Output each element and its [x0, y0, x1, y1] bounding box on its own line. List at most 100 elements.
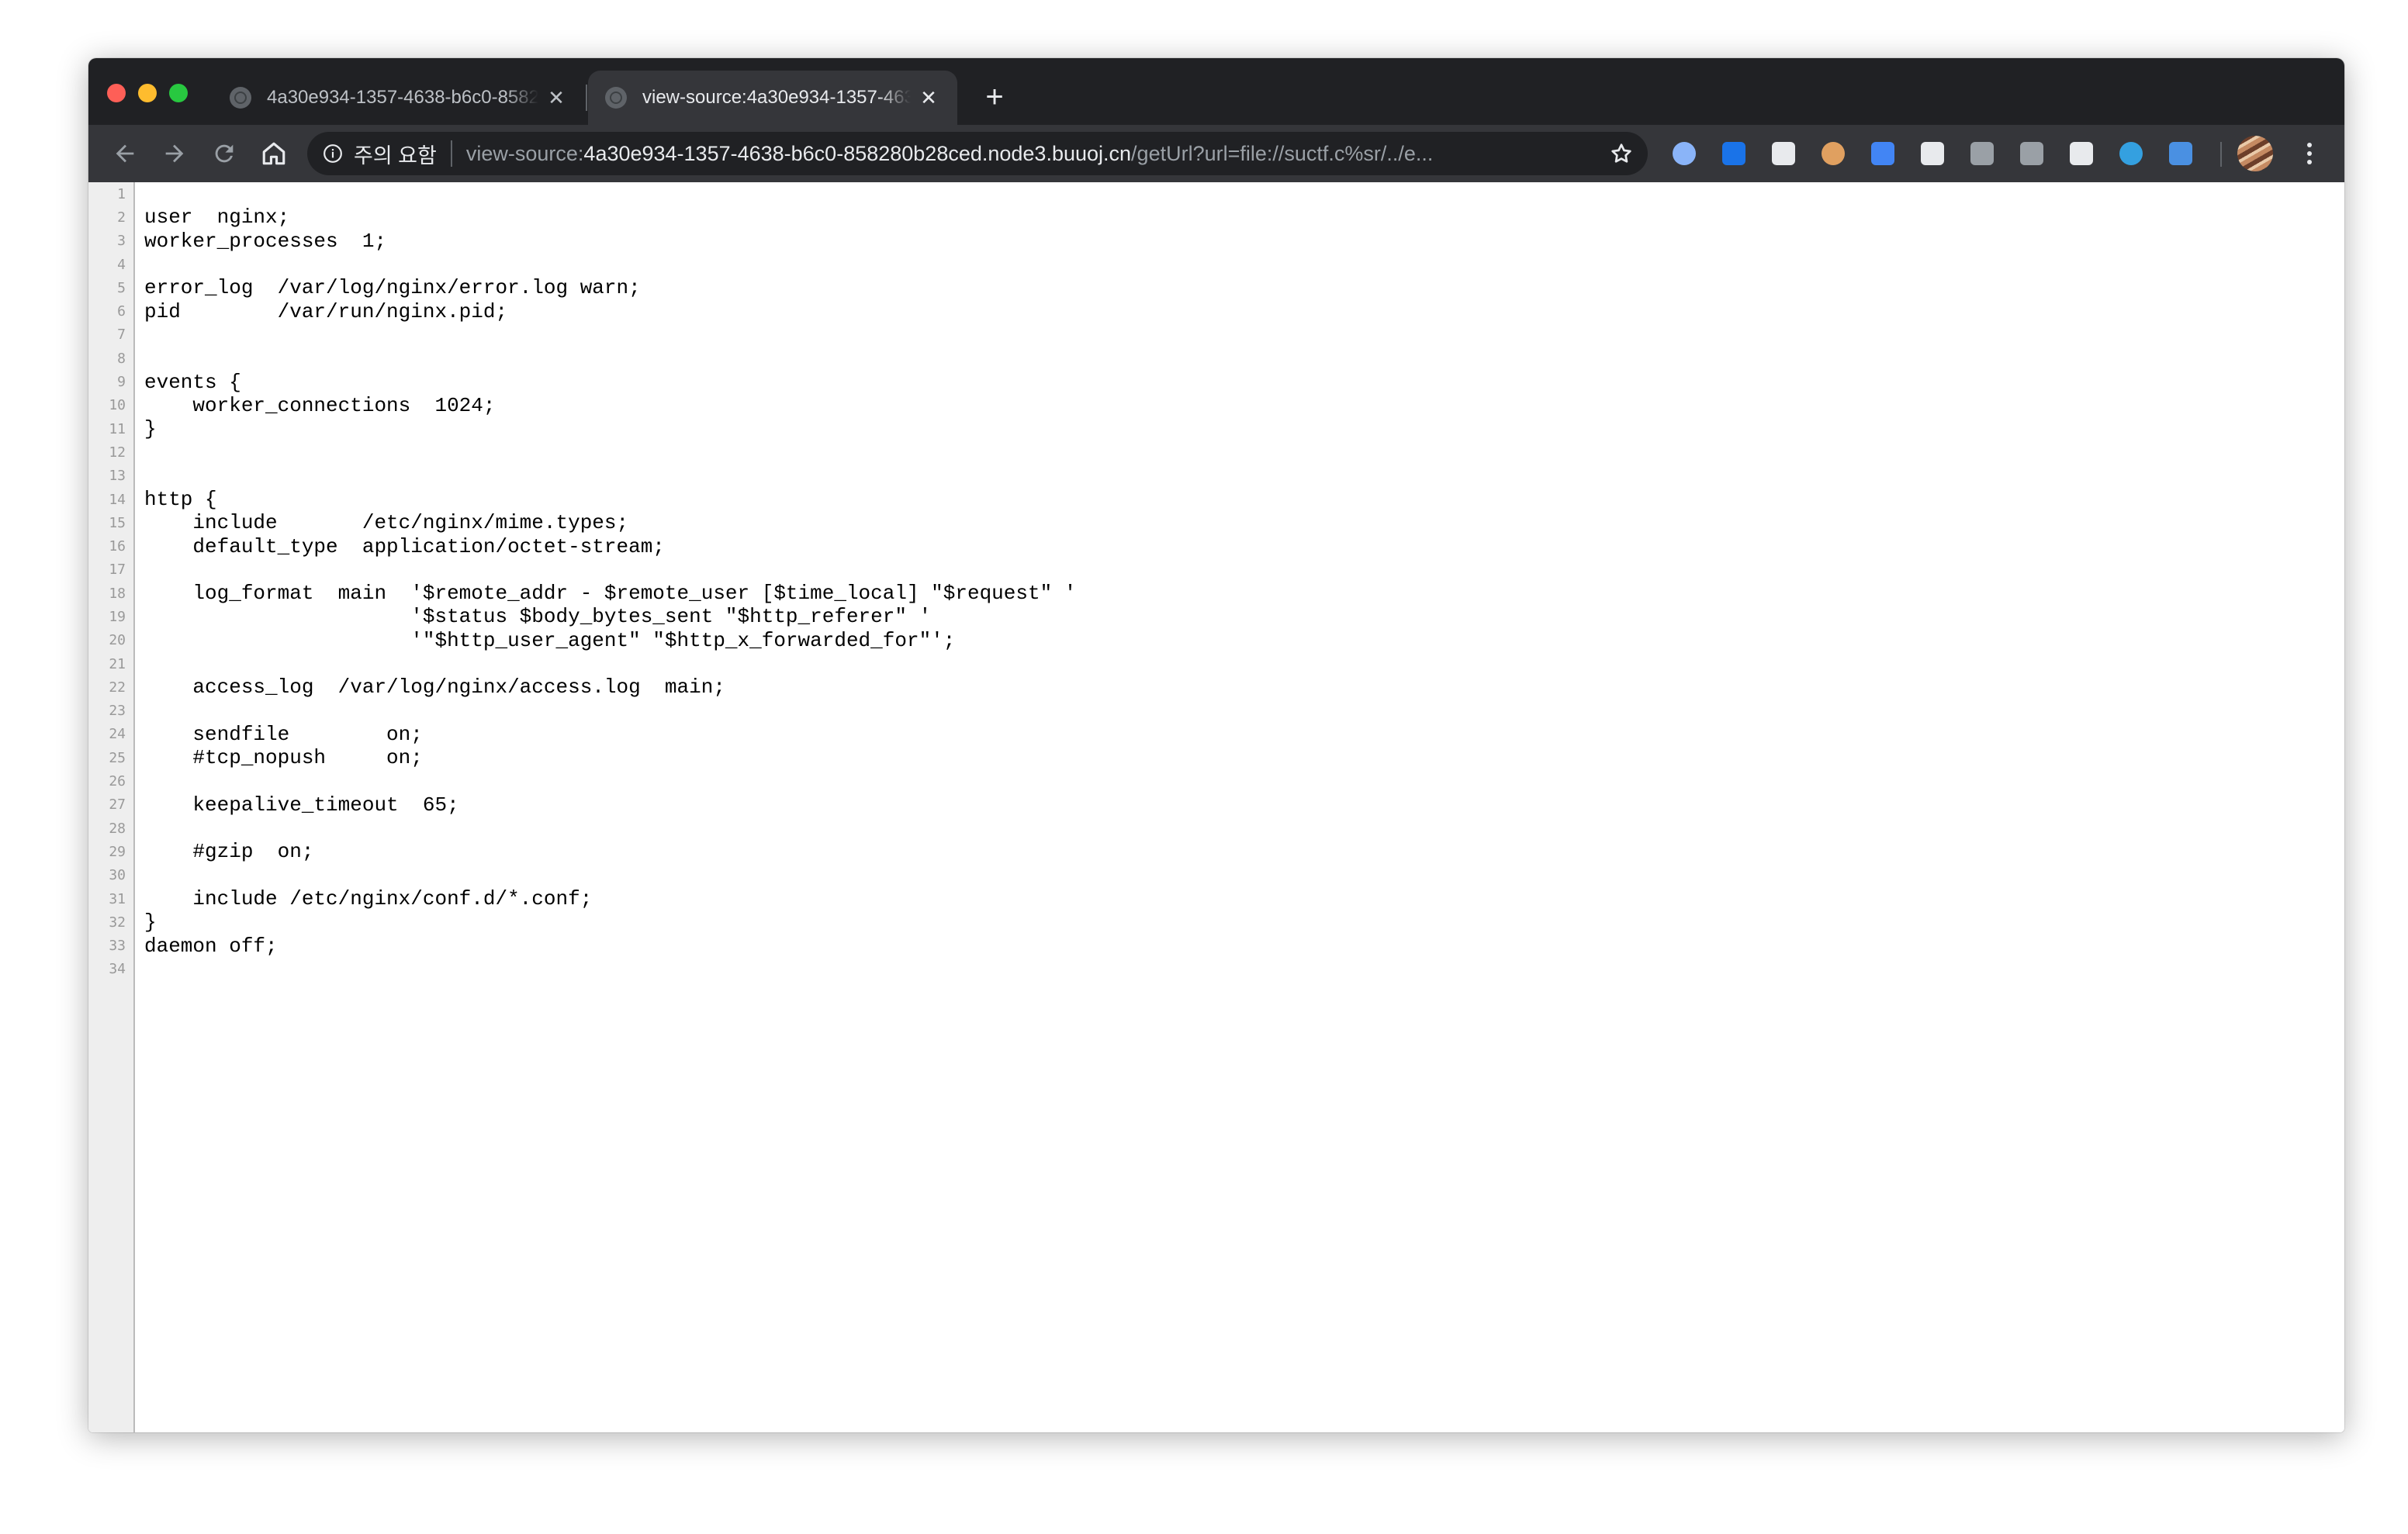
line-number: 2 [117, 209, 126, 226]
info-icon[interactable] [323, 143, 343, 164]
arrow-left-icon [116, 144, 134, 163]
tab-close-icon[interactable]: ✕ [545, 86, 568, 109]
line-number: 7 [117, 326, 126, 344]
line-number: 23 [109, 703, 126, 720]
source-line: 6 pid /var/run/nginx.pid; [88, 299, 1076, 323]
line-content: } [144, 910, 157, 935]
minimize-window-button[interactable] [138, 84, 157, 102]
tab-title: 4a30e934-1357-4638-b6c0-858280b28ced.nod… [267, 87, 538, 108]
line-number: 24 [109, 726, 126, 743]
line-number: 21 [109, 655, 126, 672]
url-host: 4a30e934-1357-4638-b6c0-858280b28ced.nod… [583, 141, 1132, 165]
new-tab-button[interactable]: + [979, 81, 1010, 112]
source-line: 9 events { [88, 370, 1076, 394]
source-line: 4 [88, 253, 1076, 276]
line-content: include /etc/nginx/mime.types; [144, 511, 629, 535]
line-content [135, 558, 1076, 582]
translate-extension-icon[interactable] [1871, 142, 1894, 165]
tab-inactive[interactable]: 4a30e934-1357-4638-b6c0-858280b28ced.nod… [213, 71, 585, 125]
line-content: '"$http_user_agent" "$http_x_forwarded_f… [144, 628, 956, 652]
line-number: 18 [109, 585, 126, 602]
back-button[interactable] [104, 133, 146, 174]
source-line: 34 [88, 958, 1076, 981]
line-content: sendfile on; [144, 722, 423, 746]
star-icon[interactable] [1609, 141, 1634, 166]
diamond-extension-icon[interactable] [1772, 142, 1795, 165]
line-content [135, 700, 1076, 723]
line-content: error_log /var/log/nginx/error.log warn; [144, 276, 641, 300]
browser-window: 4a30e934-1357-4638-b6c0-858280b28ced.nod… [88, 58, 2344, 1432]
circle-extension-icon[interactable] [1673, 142, 1696, 165]
line-number: 14 [109, 491, 126, 508]
source-line: 18 log_format main '$remote_addr - $remo… [88, 582, 1076, 605]
source-line: 32} [88, 910, 1076, 934]
source-view: 1 2 user nginx; 3 worker_processes 1; 4 5 error… [88, 182, 2344, 1432]
line-number: 22 [109, 679, 126, 696]
source-line: 10 worker_connections 1024; [88, 394, 1076, 417]
line-number: 28 [109, 820, 126, 837]
line-content [135, 958, 1076, 981]
ex-extension-icon[interactable] [1970, 142, 1994, 165]
source-line: 7 [88, 323, 1076, 347]
source-line: 19 '$status $body_bytes_sent "$http_refe… [88, 605, 1076, 628]
window-extension-icon[interactable] [2070, 142, 2093, 165]
line-number: 8 [117, 350, 126, 367]
source-line: 27 keepalive_timeout 65; [88, 793, 1076, 817]
reload-button[interactable] [203, 133, 245, 174]
line-content: default_type application/octet-stream; [144, 534, 665, 558]
line-number: 29 [109, 843, 126, 860]
source-line: 2 user nginx; [88, 206, 1076, 229]
line-content [135, 323, 1076, 347]
line-number: 34 [109, 961, 126, 978]
home-button[interactable] [253, 133, 295, 174]
line-number: 1 [117, 185, 126, 202]
source-line: 21 [88, 652, 1076, 675]
close-window-button[interactable] [107, 84, 126, 102]
source-line: 28 [88, 817, 1076, 840]
line-number: 15 [109, 514, 126, 531]
maximize-window-button[interactable] [169, 84, 188, 102]
line-content: keepalive_timeout 65; [144, 793, 459, 817]
source-line: 16 default_type application/octet-stream… [88, 534, 1076, 558]
line-content: worker_processes 1; [144, 229, 387, 253]
profile-avatar[interactable] [2237, 136, 2273, 171]
line-content [135, 652, 1076, 675]
line-content [135, 864, 1076, 887]
cookie-extension-icon[interactable] [1822, 142, 1845, 165]
source-line: 14 http { [88, 488, 1076, 511]
source-line: 15 include /etc/nginx/mime.types; [88, 511, 1076, 534]
document-extension-icon[interactable] [2169, 142, 2192, 165]
line-number: 26 [109, 773, 126, 790]
security-status[interactable]: 주의 요함 [354, 139, 437, 169]
line-content: user nginx; [144, 206, 290, 230]
line-number: 33 [109, 938, 126, 955]
globe-extension-icon[interactable] [2119, 142, 2143, 165]
toolbar-separator [2220, 142, 2222, 167]
source-line: 25 #tcp_nopush on; [88, 746, 1076, 769]
line-number: 6 [117, 303, 126, 320]
source-line: 8 [88, 347, 1076, 370]
line-number: 16 [109, 538, 126, 555]
line-number: 20 [109, 632, 126, 649]
toolbar: 주의 요함 view-source:4a30e934-1357-4638-b6c… [88, 125, 2344, 182]
tab-strip: 4a30e934-1357-4638-b6c0-858280b28ced.nod… [88, 58, 2344, 125]
three-dots-icon[interactable] [2292, 136, 2327, 171]
tab-active[interactable]: view-source:4a30e934-1357-4638-b6c0-8582… [588, 71, 957, 125]
line-content: log_format main '$remote_addr - $remote_… [144, 582, 1077, 606]
url-scheme: view-source: [465, 141, 584, 165]
ninja-extension-icon[interactable] [1921, 142, 1944, 165]
tab-close-icon[interactable]: ✕ [917, 86, 940, 109]
line-content: include /etc/nginx/conf.d/*.conf; [144, 887, 593, 911]
forward-button[interactable] [154, 133, 195, 174]
info-extension-icon[interactable] [2020, 142, 2043, 165]
url-text[interactable]: view-source:4a30e934-1357-4638-b6c0-8582… [466, 142, 1434, 166]
line-content [135, 465, 1076, 488]
address-bar[interactable]: 주의 요함 view-source:4a30e934-1357-4638-b6c… [307, 132, 1648, 175]
line-content: #gzip on; [144, 840, 314, 864]
source-line: 29 #gzip on; [88, 840, 1076, 863]
source-line: 24 sendfile on; [88, 723, 1076, 746]
line-number: 3 [117, 233, 126, 250]
reload-icon [215, 144, 234, 163]
bookmark-extension-icon[interactable] [1722, 142, 1745, 165]
source-line: 33 daemon off; [88, 935, 1076, 958]
